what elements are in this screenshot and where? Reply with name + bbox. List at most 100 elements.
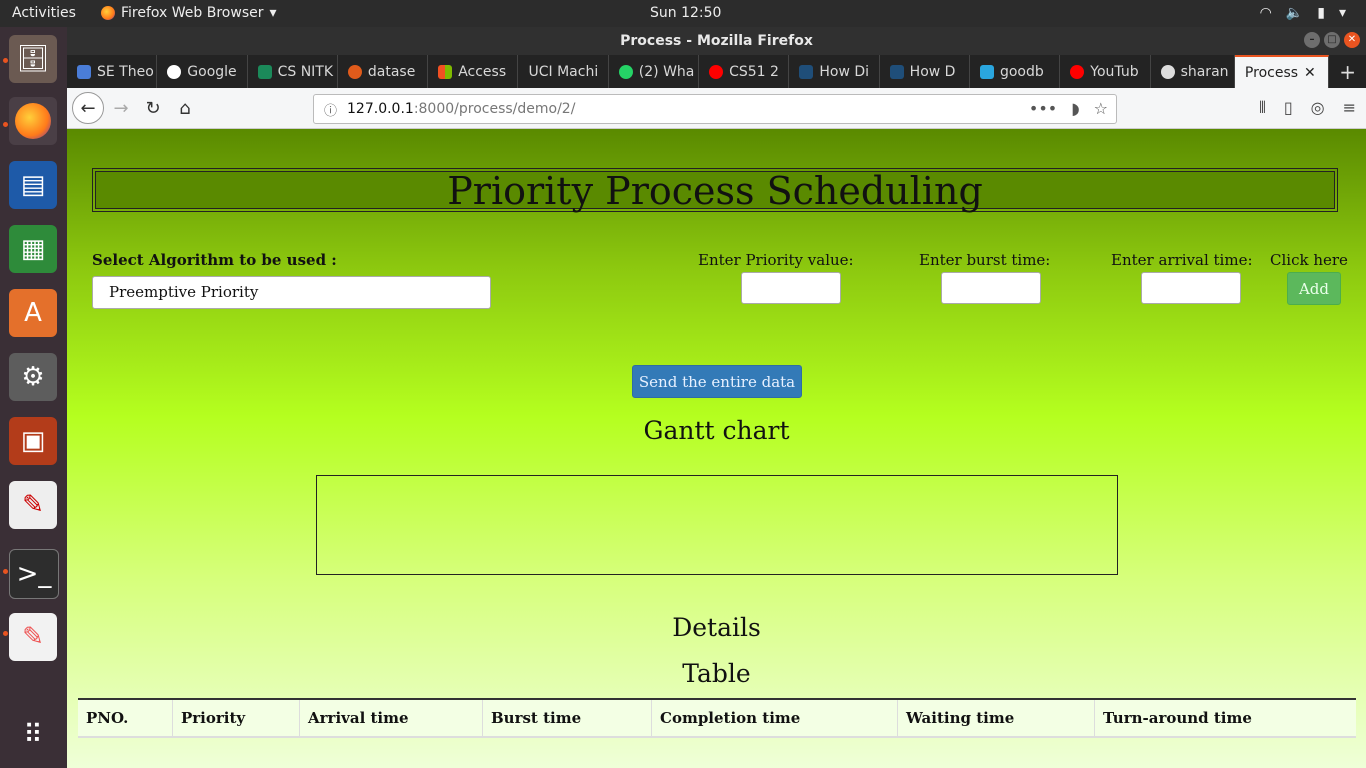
system-top-bar: Activities Firefox Web Browser ▾ Sun 12:… bbox=[0, 0, 1366, 27]
sidebar-icon[interactable]: ▯ bbox=[1284, 98, 1293, 118]
tab-how-di-1[interactable]: How Di bbox=[789, 55, 880, 88]
google-icon bbox=[167, 64, 182, 79]
app-menu-label: Firefox Web Browser bbox=[121, 5, 264, 21]
firefox-icon[interactable] bbox=[9, 97, 57, 145]
arrival-label: Enter arrival time: bbox=[1111, 251, 1253, 269]
page-icon bbox=[889, 64, 904, 79]
tab-dataset[interactable]: datase bbox=[338, 55, 429, 88]
new-tab-icon[interactable]: + bbox=[1329, 60, 1366, 84]
column-header-turnaround-time: Turn-around time bbox=[1094, 698, 1356, 738]
details-heading: Details bbox=[672, 613, 761, 642]
algorithm-label: Select Algorithm to be used : bbox=[92, 251, 337, 269]
web-page: Priority Process Scheduling Select Algor… bbox=[67, 129, 1366, 768]
whatsapp-icon bbox=[618, 64, 633, 79]
table-header-row: PNO. Priority Arrival time Burst time Co… bbox=[78, 698, 1356, 738]
duckduckgo-icon bbox=[347, 64, 362, 79]
maximize-icon[interactable]: □ bbox=[1324, 32, 1340, 48]
firefox-icon bbox=[101, 6, 115, 20]
column-header-pno: PNO. bbox=[78, 698, 173, 738]
impress-icon[interactable]: ▣ bbox=[9, 417, 57, 465]
k-icon bbox=[979, 64, 994, 79]
app-menu[interactable]: Firefox Web Browser ▾ bbox=[101, 5, 277, 21]
page-title-box: Priority Process Scheduling bbox=[92, 168, 1338, 212]
extension-icon[interactable]: ◎ bbox=[1311, 98, 1325, 118]
tab-access[interactable]: Access bbox=[428, 55, 519, 88]
clock[interactable]: Sun 12:50 bbox=[650, 5, 721, 21]
tab-goodb[interactable]: goodb bbox=[970, 55, 1061, 88]
algorithm-select[interactable]: Preemptive Priority bbox=[92, 276, 491, 309]
burst-input[interactable] bbox=[941, 272, 1041, 304]
terminal-icon[interactable]: >_ bbox=[9, 549, 59, 599]
bookmark-star-icon[interactable]: ☆ bbox=[1094, 99, 1108, 118]
tab-process-active[interactable]: Process ✕ bbox=[1234, 55, 1330, 88]
document-viewer-icon[interactable]: ✎ bbox=[9, 481, 57, 529]
column-header-waiting-time: Waiting time bbox=[897, 698, 1095, 738]
youtube-icon bbox=[1070, 64, 1085, 79]
volume-icon: 🔈 bbox=[1285, 5, 1304, 21]
github-icon bbox=[1160, 64, 1175, 79]
gantt-chart-heading: Gantt chart bbox=[643, 416, 790, 445]
writer-icon[interactable]: ▤ bbox=[9, 161, 57, 209]
text-editor-icon[interactable]: ✎ bbox=[9, 613, 57, 661]
dock: 🗄 ▤ ▦ A ⚙ ▣ ✎ >_ ✎ ⠿ bbox=[0, 27, 67, 768]
tab-youtube[interactable]: YouTub bbox=[1060, 55, 1151, 88]
tab-uci-machine[interactable]: UCI Machi bbox=[518, 55, 609, 88]
url-bar[interactable]: ⓘ 127.0.0.1:8000/process/demo/2/ ••• ◗ ☆ bbox=[313, 94, 1117, 124]
minimize-icon[interactable]: – bbox=[1304, 32, 1320, 48]
column-header-completion-time: Completion time bbox=[651, 698, 898, 738]
software-center-icon[interactable]: A bbox=[9, 289, 57, 337]
page-actions-icon[interactable]: ••• bbox=[1029, 99, 1057, 118]
tab-se-theo[interactable]: SE Theo bbox=[67, 55, 158, 88]
info-icon[interactable]: ⓘ bbox=[324, 100, 337, 119]
activities-button[interactable]: Activities bbox=[12, 5, 76, 21]
priority-label: Enter Priority value: bbox=[698, 251, 854, 269]
table-heading: Table bbox=[682, 659, 751, 688]
reload-icon[interactable]: ↻ bbox=[139, 94, 167, 122]
tab-github[interactable]: sharan bbox=[1151, 55, 1235, 88]
tab-whatsapp[interactable]: (2) Wha bbox=[609, 55, 700, 88]
navigation-toolbar: ← → ↻ ⌂ ⓘ 127.0.0.1:8000/process/demo/2/… bbox=[67, 88, 1366, 129]
tab-cs51[interactable]: CS51 2 bbox=[699, 55, 790, 88]
priority-input[interactable] bbox=[741, 272, 841, 304]
add-button[interactable]: Add bbox=[1287, 272, 1341, 305]
column-header-priority: Priority bbox=[172, 698, 300, 738]
menu-hamburger-icon[interactable]: ≡ bbox=[1343, 98, 1356, 118]
show-applications-icon[interactable]: ⠿ bbox=[9, 711, 57, 759]
calc-icon[interactable]: ▦ bbox=[9, 225, 57, 273]
files-icon[interactable]: 🗄 bbox=[9, 35, 57, 83]
window-title: Process - Mozilla Firefox bbox=[620, 33, 813, 49]
page-title: Priority Process Scheduling bbox=[95, 171, 1335, 210]
page-icon bbox=[799, 64, 814, 79]
forward-arrow-icon[interactable]: → bbox=[107, 94, 135, 122]
tab-google[interactable]: Google bbox=[157, 55, 248, 88]
column-header-burst-time: Burst time bbox=[482, 698, 652, 738]
settings-icon[interactable]: ⚙ bbox=[9, 353, 57, 401]
classroom-icon bbox=[257, 64, 272, 79]
arrival-input[interactable] bbox=[1141, 272, 1241, 304]
burst-label: Enter burst time: bbox=[919, 251, 1051, 269]
click-here-label: Click here bbox=[1270, 251, 1348, 269]
running-indicator bbox=[3, 569, 8, 574]
pocket-icon[interactable]: ◗ bbox=[1071, 99, 1079, 118]
window-titlebar: Process - Mozilla Firefox – □ ✕ bbox=[67, 27, 1366, 55]
gantt-chart-area bbox=[316, 475, 1118, 575]
url-path: :8000/process/demo/2/ bbox=[413, 101, 576, 117]
process-table: PNO. Priority Arrival time Burst time Co… bbox=[78, 698, 1356, 738]
tab-how-di-2[interactable]: How D bbox=[880, 55, 970, 88]
wifi-icon: ◠ bbox=[1259, 5, 1272, 21]
tab-strip: SE Theo Google CS NITK datase Access UCI… bbox=[67, 55, 1366, 88]
system-tray[interactable]: ◠ 🔈 ▮ ▾ bbox=[1260, 5, 1346, 21]
youtube-icon bbox=[709, 64, 724, 79]
chevron-down-icon: ▾ bbox=[1338, 5, 1346, 21]
tab-cs-nitk[interactable]: CS NITK bbox=[248, 55, 338, 88]
url-host: 127.0.0.1 bbox=[347, 101, 414, 117]
send-data-button[interactable]: Send the entire data bbox=[632, 365, 802, 398]
chevron-down-icon: ▾ bbox=[269, 5, 277, 21]
close-window-icon[interactable]: ✕ bbox=[1344, 32, 1360, 48]
firefox-window: Process - Mozilla Firefox – □ ✕ SE Theo … bbox=[67, 27, 1366, 768]
library-icon[interactable]: ⫴ bbox=[1259, 98, 1266, 118]
back-arrow-icon[interactable]: ← bbox=[72, 92, 104, 124]
running-indicator bbox=[3, 631, 8, 636]
home-icon[interactable]: ⌂ bbox=[171, 94, 199, 122]
close-tab-icon[interactable]: ✕ bbox=[1304, 65, 1316, 81]
